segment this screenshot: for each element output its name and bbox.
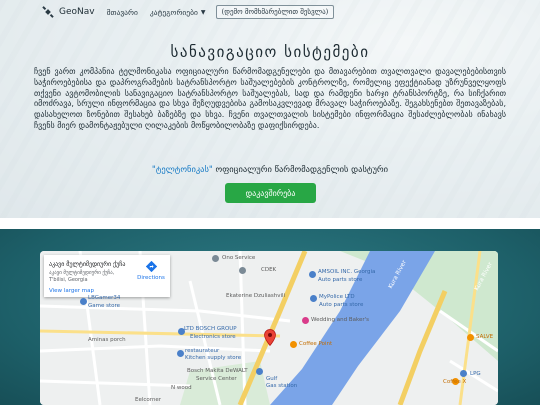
map-label: Gulf <box>266 376 278 382</box>
official-representative-text: "ტელტონიკას" ოფიციალური წარმომადგენლის დ… <box>0 165 540 175</box>
nav-item-home-label: მთავარი <box>106 7 138 17</box>
nav-item-home[interactable]: მთავარი <box>107 8 138 17</box>
directions-icon <box>145 260 157 273</box>
nav-item-categories[interactable]: კატეგორიები ▼ <box>150 8 206 17</box>
map-label: CDEK <box>261 267 277 273</box>
caret-down-icon: ▼ <box>200 8 206 16</box>
map-label: Auto parts store <box>318 277 363 283</box>
map-label: LTD BOSCH GROUP <box>184 326 237 332</box>
map-label: Auto parts store <box>319 302 364 308</box>
poi-marker[interactable] <box>256 368 263 375</box>
map-label: Game store <box>88 303 121 309</box>
nav-item-categories-label: კატეგორიები <box>149 7 198 17</box>
map-label: MyPolice LTD <box>319 294 355 300</box>
map-label: N wood <box>171 385 192 391</box>
poi-marker[interactable] <box>467 334 474 341</box>
map-label: Aminas porch <box>88 337 126 343</box>
map-label: Electronics store <box>190 334 236 340</box>
contact-button[interactable]: დაკავშირება <box>225 183 316 203</box>
map-label: Service Center <box>196 376 237 382</box>
map-label: Kitchen supply store <box>185 355 242 361</box>
demo-login-button[interactable]: (დემო მომხმარებლით შესვლა) <box>215 5 335 19</box>
navbar: GeoNav მთავარი კატეგორიები ▼ (დემო მომხმ… <box>0 0 540 24</box>
place-address: აკავი მულტიმედიური ქუჩა, T'bilisi, Georg… <box>49 270 115 283</box>
map-label: AMSOIL INC. Georgia <box>318 269 376 275</box>
poi-marker[interactable] <box>302 317 309 324</box>
map-label: LBGamer34 <box>88 295 121 301</box>
place-name: აკავი მულტიმედიური ქუჩა <box>49 261 126 268</box>
location-pin-icon[interactable] <box>264 329 276 346</box>
poi-marker[interactable] <box>212 255 219 262</box>
hero-title: სანავიგაციო სისტემები <box>170 43 370 61</box>
brand-link[interactable]: GeoNav <box>42 6 95 18</box>
teltonika-link[interactable]: "ტელტონიკას" <box>152 165 213 175</box>
poi-marker[interactable] <box>80 298 87 305</box>
poi-marker[interactable] <box>460 370 467 377</box>
directions-label: Directions <box>137 275 165 281</box>
poi-marker[interactable] <box>310 295 317 302</box>
poi-marker[interactable] <box>309 271 316 278</box>
directions-button[interactable]: Directions <box>136 260 166 281</box>
official-representative-rest: ოფიციალური წარმომადგენლის დასტური <box>212 165 389 175</box>
map-label: SALVE <box>476 334 494 340</box>
map-label: Ekaterine Dzuliashvili <box>226 293 286 299</box>
view-larger-map-link[interactable]: View larger map <box>49 288 94 294</box>
map-label: Gas station <box>266 383 298 389</box>
map-label: restaurateur <box>185 348 220 354</box>
hero-description: ჩვენ ვართ კომპანია ტელმონიკასა ოფიციალურ… <box>34 67 506 130</box>
map-label: Eelcorner <box>135 397 162 403</box>
map-label: LPG <box>470 371 481 377</box>
hero-section: GeoNav მთავარი კატეგორიები ▼ (დემო მომხმ… <box>0 0 540 218</box>
map-label: Ono Service <box>222 255 256 261</box>
poi-marker[interactable] <box>177 350 184 357</box>
satellite-icon <box>42 6 54 18</box>
map-label: Bosch Makita DeWALT <box>187 368 248 374</box>
map-label: Coffee Point <box>299 341 333 347</box>
poi-marker[interactable] <box>239 267 246 274</box>
map-label: Wedding and Baker's <box>311 317 369 323</box>
poi-marker[interactable] <box>290 341 297 348</box>
brand-name: GeoNav <box>59 7 95 17</box>
map-label: Coffee X <box>443 379 467 385</box>
google-map[interactable]: აკავი მულტიმედიური ქუჩა აკავი მულტიმედიუ… <box>40 251 498 405</box>
map-info-card: აკავი მულტიმედიური ქუჩა აკავი მულტიმედიუ… <box>44 255 170 297</box>
